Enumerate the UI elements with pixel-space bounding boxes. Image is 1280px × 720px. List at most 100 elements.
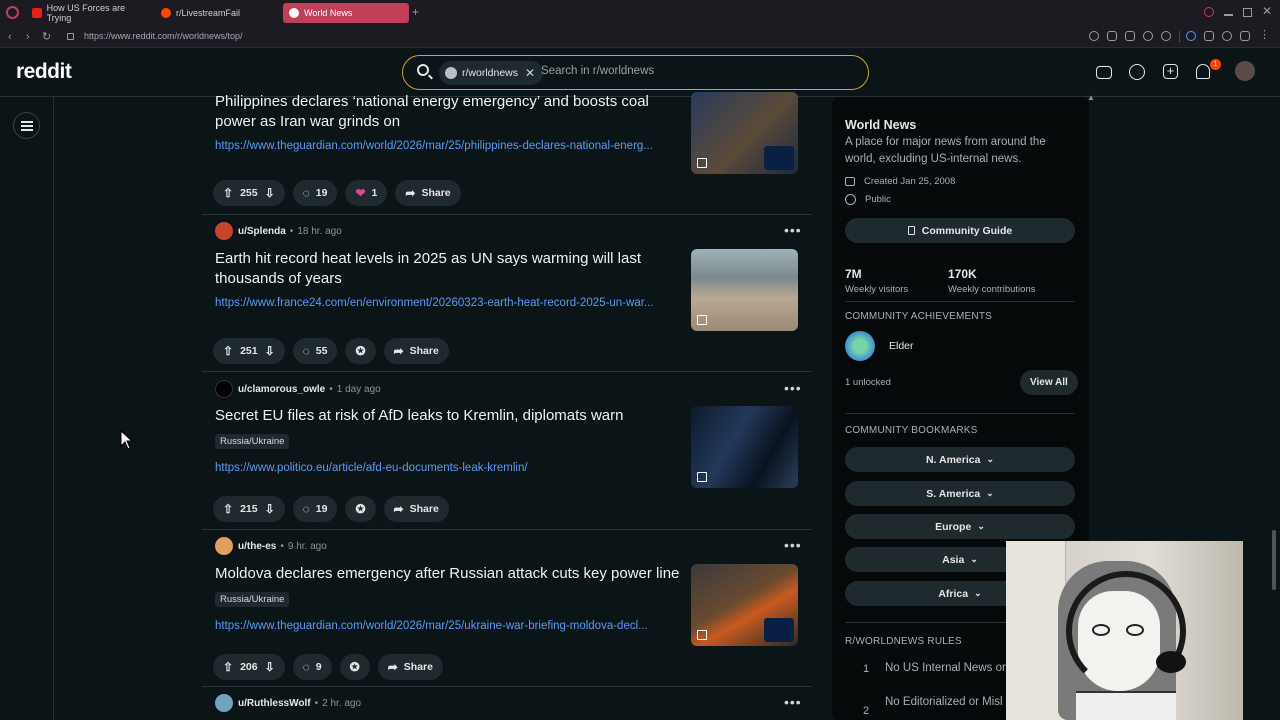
post-title[interactable]: Earth hit record heat levels in 2025 as … (215, 249, 690, 289)
comments-button[interactable]: ◌ 55 (292, 338, 338, 364)
close-window-icon[interactable]: ✕ (1262, 4, 1272, 18)
advertise-icon[interactable] (1096, 66, 1112, 79)
community-guide-button[interactable]: Community Guide (845, 218, 1075, 243)
bookmark-europe[interactable]: Europe ⌄ (845, 514, 1075, 539)
comments-button[interactable]: ◌ 19 (292, 496, 338, 522)
reload-icon[interactable]: ↻ (42, 30, 51, 43)
upvote-icon[interactable]: ⇧ (223, 660, 233, 674)
post-thumbnail[interactable] (691, 249, 798, 331)
post-title[interactable]: Philippines declares ‘national energy em… (215, 92, 690, 132)
heart-icon[interactable] (1161, 31, 1171, 41)
opera-menu-icon[interactable] (6, 6, 19, 19)
back-icon[interactable]: ‹ (8, 31, 12, 43)
subreddit-search-chip[interactable]: r/worldnews ✕ (439, 61, 544, 85)
upvote-icon[interactable]: ⇧ (223, 186, 233, 200)
more-options-icon[interactable]: ••• (784, 222, 802, 238)
more-options-icon[interactable]: ••• (784, 694, 802, 710)
post-flair[interactable]: Russia/Ukraine (215, 434, 290, 449)
more-options-icon[interactable]: ••• (784, 537, 802, 553)
forward-icon[interactable]: › (26, 31, 30, 43)
post-author[interactable]: u/clamorous_owle (238, 384, 325, 395)
tab-how-us-forces[interactable]: How US Forces are Trying (26, 3, 148, 23)
downvote-icon[interactable]: ⇩ (265, 502, 275, 516)
post-card[interactable]: u/the-es • 9 hr. ago ••• Moldova declare… (202, 530, 812, 687)
user-avatar[interactable] (215, 380, 233, 398)
remove-chip-icon[interactable]: ✕ (525, 66, 535, 80)
expand-nav-button[interactable] (13, 112, 40, 139)
share-button[interactable]: ➦ Share (395, 180, 461, 206)
post-link[interactable]: https://www.theguardian.com/world/2026/m… (215, 140, 687, 152)
upvote-icon[interactable]: ⇧ (223, 502, 233, 516)
tab-search-icon[interactable] (1204, 7, 1214, 17)
vote-control[interactable]: ⇧ 251 ⇩ (213, 338, 285, 364)
rule-text[interactable]: No Editorialized or Misl (885, 696, 1003, 708)
url-field[interactable]: https://www.reddit.com/r/worldnews/top/ (84, 31, 243, 41)
search-input[interactable] (541, 65, 841, 77)
post-thumbnail[interactable] (691, 564, 798, 646)
download-icon[interactable] (1240, 31, 1250, 41)
award-button[interactable]: ✪ (345, 338, 376, 364)
aria-icon[interactable] (1186, 31, 1196, 41)
zoom-icon[interactable] (1089, 31, 1099, 41)
post-link[interactable]: https://www.politico.eu/article/afd-eu-d… (215, 462, 687, 474)
minimize-icon[interactable] (1224, 14, 1233, 16)
award-button[interactable]: ✪ (345, 496, 376, 522)
post-link[interactable]: https://www.france24.com/en/environment/… (215, 297, 687, 309)
award-button[interactable]: ❤ 1 (345, 180, 388, 206)
user-avatar[interactable] (1235, 61, 1255, 81)
downvote-icon[interactable]: ⇩ (265, 660, 275, 674)
comments-button[interactable]: ◌ 19 (292, 180, 338, 206)
user-avatar[interactable] (215, 537, 233, 555)
bookmark-n-america[interactable]: N. America ⌄ (845, 447, 1075, 472)
post-title[interactable]: Moldova declares emergency after Russian… (215, 564, 695, 584)
menu-icon[interactable]: ⋮ (1259, 28, 1270, 41)
post-card[interactable]: u/clamorous_owle • 1 day ago ••• Secret … (202, 372, 812, 530)
tab-livestreamfail[interactable]: r/LivestreamFail (155, 3, 277, 23)
post-link[interactable]: https://www.theguardian.com/world/2026/m… (215, 620, 687, 632)
post-title[interactable]: Secret EU files at risk of AfD leaks to … (215, 406, 690, 426)
downvote-icon[interactable]: ⇩ (265, 344, 275, 358)
post-card[interactable]: u/RuthlessWolf • 2 hr. ago ••• (202, 687, 812, 720)
play-icon[interactable] (1143, 31, 1153, 41)
notifications-icon[interactable] (1196, 64, 1210, 79)
shield-icon[interactable] (1125, 31, 1135, 41)
snapshot-icon[interactable] (1107, 31, 1117, 41)
page-scrollbar[interactable] (1272, 530, 1276, 590)
award-button[interactable]: ✪ (339, 654, 370, 680)
profile-icon[interactable] (1222, 31, 1232, 41)
vote-control[interactable]: ⇧ 215 ⇩ (213, 496, 285, 522)
restore-icon[interactable] (1243, 8, 1252, 17)
post-author[interactable]: u/RuthlessWolf (238, 698, 311, 709)
elder-badge-icon[interactable] (845, 331, 875, 361)
post-author[interactable]: u/Splenda (238, 226, 286, 237)
comments-button[interactable]: ◌ 9 (292, 654, 332, 680)
downvote-icon[interactable]: ⇩ (265, 186, 275, 200)
share-button[interactable]: ➦ Share (377, 654, 443, 680)
post-meta: u/Splenda • 18 hr. ago (215, 222, 342, 240)
view-all-button[interactable]: View All (1020, 370, 1078, 395)
rule-number: 2 (863, 705, 870, 717)
create-post-icon[interactable]: + (1163, 64, 1178, 79)
share-button[interactable]: ➦ Share (383, 496, 449, 522)
post-card[interactable]: u/Splenda • 18 hr. ago ••• Earth hit rec… (202, 215, 812, 372)
post-author[interactable]: u/the-es (238, 541, 276, 552)
rule-text[interactable]: No US Internal News or (885, 662, 1006, 674)
more-options-icon[interactable]: ••• (784, 380, 802, 396)
user-avatar[interactable] (215, 694, 233, 712)
post-flair[interactable]: Russia/Ukraine (215, 592, 290, 607)
reddit-logo[interactable]: reddit (16, 60, 72, 84)
post-thumbnail[interactable] (691, 406, 798, 488)
search-bar[interactable]: r/worldnews ✕ (402, 55, 869, 90)
tab-world-news[interactable]: World News (283, 3, 409, 23)
vote-control[interactable]: ⇧ 255 ⇩ (213, 180, 285, 206)
vote-control[interactable]: ⇧ 206 ⇩ (213, 654, 285, 680)
user-avatar[interactable] (215, 222, 233, 240)
new-tab-button[interactable]: + (412, 5, 419, 19)
chat-icon[interactable] (1129, 64, 1145, 80)
post-thumbnail[interactable] (691, 92, 798, 174)
bookmark-s-america[interactable]: S. America ⌄ (845, 481, 1075, 506)
share-button[interactable]: ➦ Share (383, 338, 449, 364)
upvote-icon[interactable]: ⇧ (223, 344, 233, 358)
post-card[interactable]: Philippines declares ‘national energy em… (202, 90, 812, 215)
extensions-icon[interactable] (1204, 31, 1214, 41)
